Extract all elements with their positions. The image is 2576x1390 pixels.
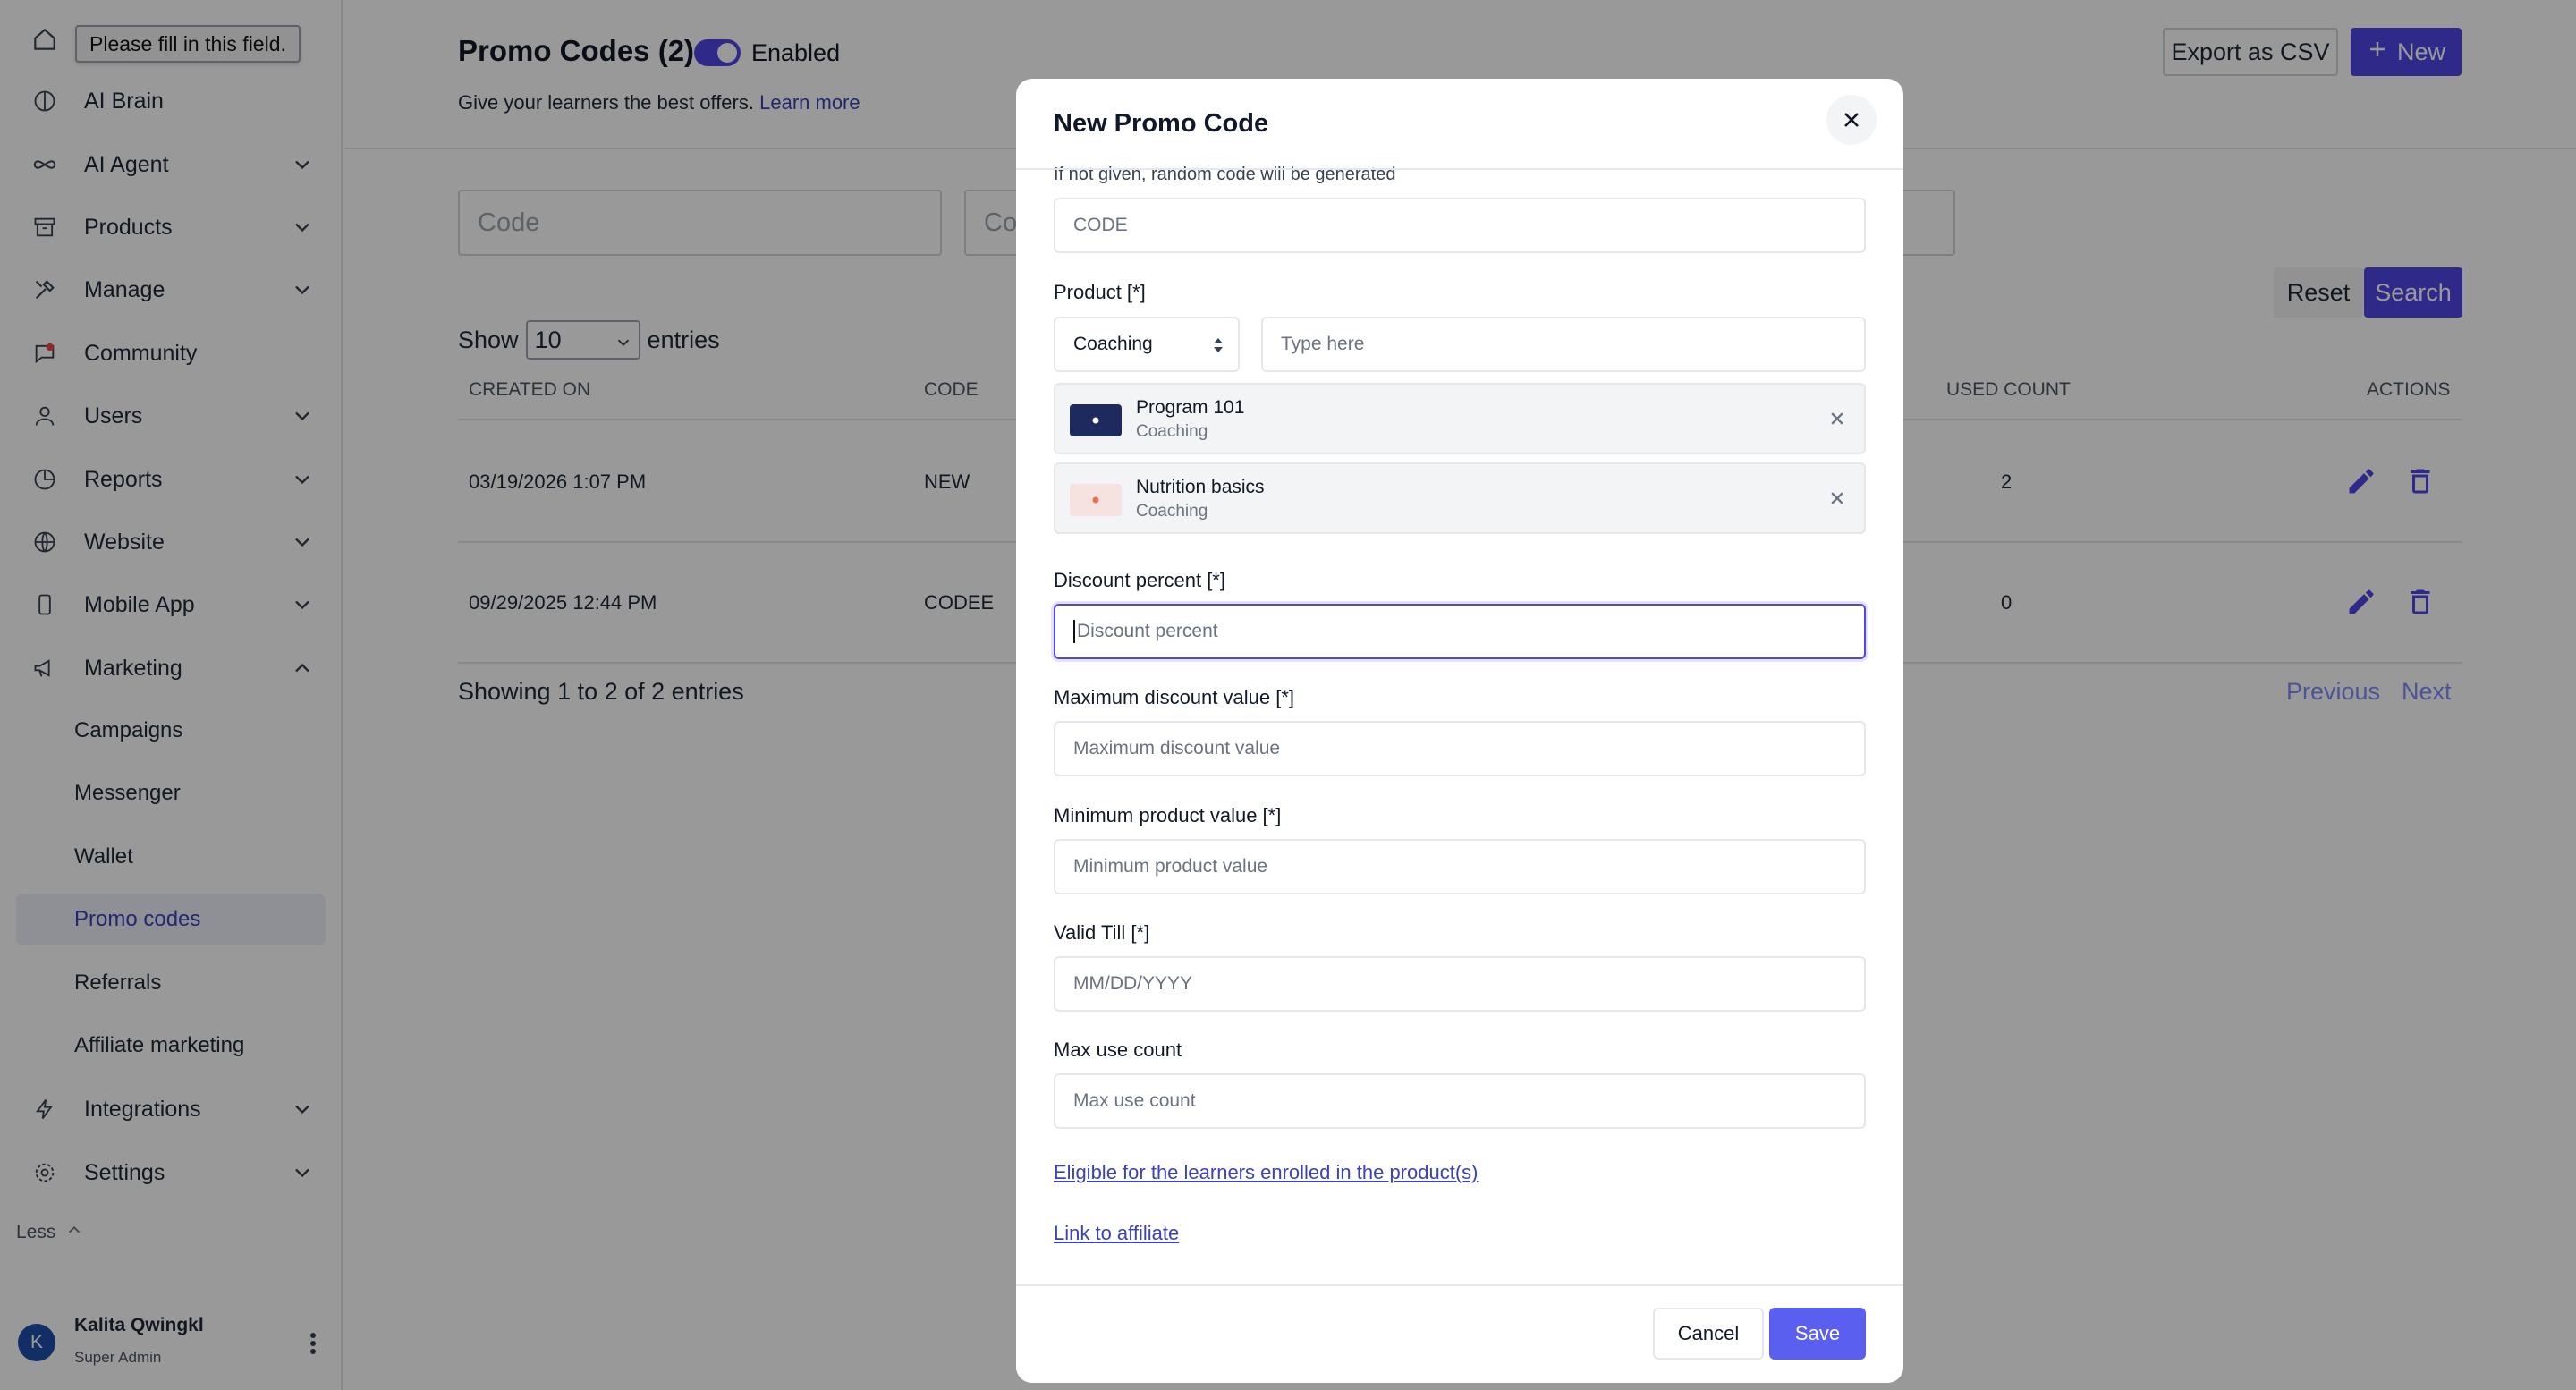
min-product-label: Minimum product value [*] (1054, 804, 1282, 826)
modal-title: New Promo Code (1054, 109, 1269, 138)
remove-product-icon[interactable] (1825, 486, 1850, 511)
text-caret (1073, 620, 1075, 643)
discount-percent-label: Discount percent [*] (1054, 569, 1225, 591)
modal-header: New Promo Code (1016, 79, 1903, 170)
max-discount-label: Maximum discount value [*] (1054, 686, 1294, 708)
code-input[interactable]: CODE (1054, 198, 1866, 253)
close-icon[interactable] (1826, 95, 1877, 145)
discount-percent-placeholder: Discount percent (1077, 621, 1218, 641)
select-arrows-icon (1211, 335, 1225, 356)
product-thumbnail (1070, 404, 1122, 436)
valid-till-input[interactable]: MM/DD/YYYY (1054, 956, 1866, 1012)
product-type: Coaching (1136, 502, 1208, 521)
remove-product-icon[interactable] (1825, 406, 1850, 431)
product-name: Nutrition basics (1136, 477, 1265, 497)
valid-till-label: Valid Till [*] (1054, 921, 1150, 944)
product-name: Program 101 (1136, 397, 1245, 418)
cancel-button[interactable]: Cancel (1653, 1308, 1764, 1360)
max-use-input[interactable]: Max use count (1054, 1073, 1866, 1129)
product-type-value: Coaching (1073, 334, 1153, 354)
product-type: Coaching (1136, 422, 1208, 441)
discount-percent-input[interactable]: Discount percent (1054, 604, 1866, 659)
new-promo-code-modal: If not given, random code will be genera… (1016, 79, 1903, 1383)
save-button[interactable]: Save (1769, 1308, 1866, 1360)
max-discount-input[interactable]: Maximum discount value (1054, 721, 1866, 776)
product-type-select[interactable]: Coaching (1054, 317, 1240, 372)
link-to-affiliate-link[interactable]: Link to affiliate (1054, 1222, 1179, 1245)
product-label: Product [*] (1054, 281, 1146, 303)
selected-product-card: Nutrition basics Coaching (1054, 462, 1866, 534)
eligible-learners-link[interactable]: Eligible for the learners enrolled in th… (1054, 1161, 1478, 1184)
product-search-input[interactable]: Type here (1261, 317, 1866, 372)
modal-footer: Cancel Save (1016, 1284, 1903, 1383)
max-use-label: Max use count (1054, 1038, 1182, 1061)
product-thumbnail (1070, 484, 1122, 516)
selected-product-card: Program 101 Coaching (1054, 383, 1866, 454)
min-product-input[interactable]: Minimum product value (1054, 839, 1866, 894)
